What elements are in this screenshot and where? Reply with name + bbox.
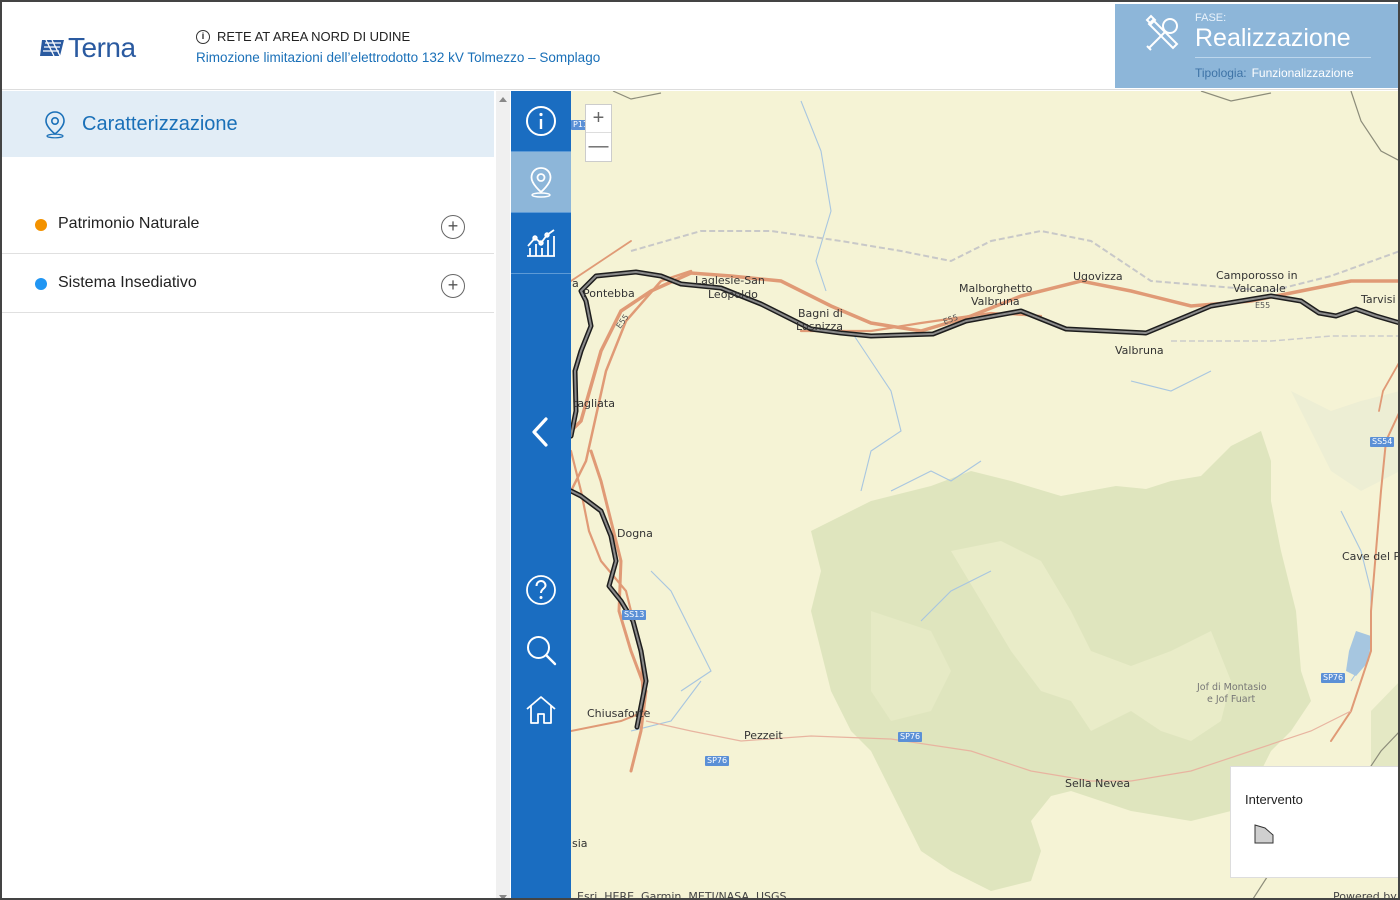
place-label: Pezzeit: [744, 729, 783, 742]
place-label: Chiusaforte: [587, 707, 651, 720]
powered-by[interactable]: Powered by: [1333, 890, 1397, 898]
type-label: Tipologia:: [1195, 66, 1247, 80]
sidebar-scrollbar[interactable]: [496, 91, 510, 898]
map-location-button[interactable]: [511, 152, 571, 212]
place-label: Sella Nevea: [1065, 777, 1131, 790]
area-title: i RETE AT AREA NORD DI UDINE: [196, 29, 410, 44]
terna-logo[interactable]: Terna: [40, 32, 136, 64]
road-shield: SS54: [1370, 437, 1395, 447]
place-label: Laglesie-San: [695, 274, 765, 287]
road-shield: SS13: [622, 610, 647, 620]
road-label: E55: [1255, 301, 1271, 310]
place-label: Valbruna: [971, 295, 1020, 308]
place-label: a: [572, 277, 579, 290]
app-window: Terna i RETE AT AREA NORD DI UDINE Rimoz…: [0, 0, 1400, 900]
chevron-left-icon: [532, 417, 548, 447]
road-shield: SP76: [898, 732, 923, 742]
area-title-text: RETE AT AREA NORD DI UDINE: [217, 29, 411, 44]
place-label: tagliata: [573, 397, 615, 410]
logo-text: Terna: [68, 32, 136, 63]
phase-divider: [1195, 57, 1371, 58]
road-shield: SP76: [705, 756, 730, 766]
type-row: Tipologia: Funzionalizzazione: [1195, 66, 1354, 80]
place-label: Ugovizza: [1073, 270, 1123, 283]
category-color-dot: [35, 278, 47, 290]
place-label: sia: [572, 837, 588, 850]
map-pin-icon: [45, 111, 65, 139]
home-button[interactable]: [511, 680, 571, 740]
search-icon: [527, 636, 557, 666]
map-pin-icon: [530, 167, 552, 198]
search-button[interactable]: [511, 620, 571, 680]
chart-button[interactable]: [511, 213, 571, 273]
scroll-up-arrow[interactable]: [499, 97, 507, 102]
scroll-down-arrow[interactable]: [499, 895, 507, 898]
toolbar-divider: [511, 273, 571, 274]
zoom-control: + —: [585, 104, 612, 162]
place-label: Jof di Montasio: [1197, 682, 1267, 693]
place-label: Leopoldo: [708, 288, 758, 301]
expand-plus-icon[interactable]: +: [441, 215, 465, 239]
place-label: Bagni di: [798, 307, 843, 320]
sidebar: Caratterizzazione Patrimonio Naturale + …: [2, 91, 494, 898]
sidebar-title: Caratterizzazione: [82, 112, 238, 135]
legend-title: Intervento: [1245, 792, 1303, 807]
sidebar-header: Caratterizzazione: [2, 91, 494, 157]
place-label: Pontebba: [583, 287, 635, 300]
map-legend: Intervento: [1230, 766, 1398, 878]
help-icon: [526, 575, 556, 605]
place-label: Camporosso in: [1216, 269, 1298, 282]
zoom-out-button[interactable]: —: [586, 133, 611, 161]
collapse-sidebar-button[interactable]: [511, 402, 571, 462]
category-label: Patrimonio Naturale: [58, 215, 200, 232]
category-label: Sistema Insediativo: [58, 274, 197, 291]
phase-value: Realizzazione: [1195, 24, 1351, 52]
category-color-dot: [35, 219, 47, 231]
place-label: Lusnizza: [796, 320, 843, 333]
info-icon: [526, 106, 556, 136]
info-button[interactable]: [511, 91, 571, 151]
place-label: Dogna: [617, 527, 653, 540]
type-value: Funzionalizzazione: [1251, 66, 1354, 80]
project-title[interactable]: Rimozione limitazioni dell’elettrodotto …: [196, 50, 600, 65]
zoom-in-button[interactable]: +: [586, 105, 611, 133]
place-label: Cave del P: [1342, 550, 1400, 563]
category-patrimonio-naturale[interactable]: Patrimonio Naturale +: [2, 195, 494, 254]
place-label: Valcanale: [1233, 282, 1286, 295]
home-icon: [526, 696, 556, 724]
category-sistema-insediativo[interactable]: Sistema Insediativo +: [2, 254, 494, 313]
info-icon: i: [196, 29, 210, 44]
place-label: e Jof Fuart: [1207, 694, 1256, 705]
help-button[interactable]: [511, 560, 571, 620]
phase-label: FASE:: [1195, 12, 1227, 24]
polygon-symbol-icon: [1254, 824, 1274, 844]
place-label: Malborghetto: [959, 282, 1033, 295]
terna-logo-icon: [40, 39, 64, 57]
chart-icon: [527, 229, 555, 257]
place-label: Valbruna: [1115, 344, 1164, 357]
phase-panel: FASE: Realizzazione Tipologia: Funzionali…: [1115, 4, 1398, 88]
map-toolbar: [511, 91, 571, 898]
map-attribution: Esri, HERE, Garmin, METI/NASA, USGS: [577, 890, 787, 900]
place-label: Tarvisi: [1361, 293, 1396, 306]
header: Terna i RETE AT AREA NORD DI UDINE Rimoz…: [2, 2, 1398, 90]
map-view[interactable]: Pontebba Laglesie-San Leopoldo Bagni di …: [571, 91, 1400, 900]
road-shield: SP76: [1321, 673, 1346, 683]
tools-icon: [1145, 14, 1179, 51]
expand-plus-icon[interactable]: +: [441, 274, 465, 298]
